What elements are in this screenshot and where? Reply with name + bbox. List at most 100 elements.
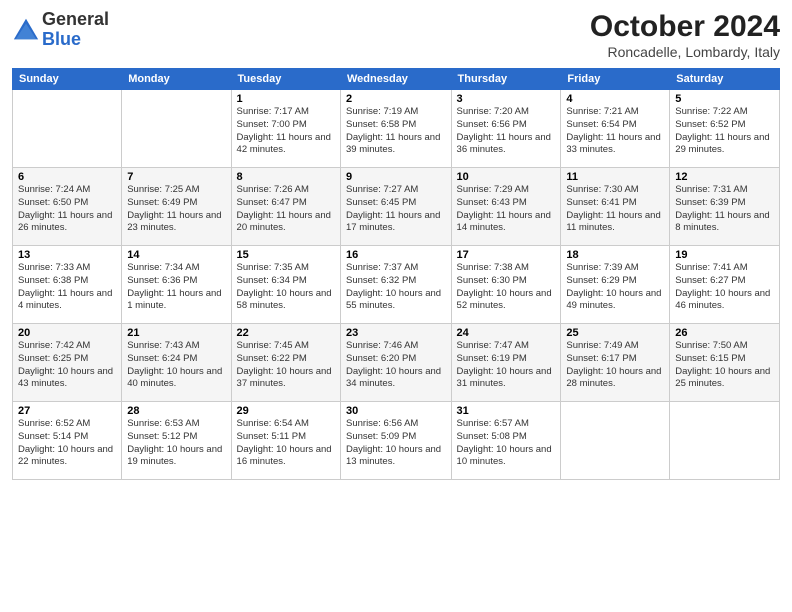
- calendar-cell: 8Sunrise: 7:26 AMSunset: 6:47 PMDaylight…: [231, 168, 340, 246]
- day-number: 8: [237, 171, 335, 183]
- calendar-cell: 30Sunrise: 6:56 AMSunset: 5:09 PMDayligh…: [341, 402, 452, 480]
- day-of-week-header: Saturday: [670, 69, 780, 90]
- day-number: 12: [675, 171, 774, 183]
- day-number: 25: [566, 327, 664, 339]
- day-detail: Sunrise: 7:25 AMSunset: 6:49 PMDaylight:…: [127, 184, 225, 235]
- calendar-cell: 23Sunrise: 7:46 AMSunset: 6:20 PMDayligh…: [341, 324, 452, 402]
- day-detail: Sunrise: 7:50 AMSunset: 6:15 PMDaylight:…: [675, 340, 774, 391]
- day-detail: Sunrise: 7:43 AMSunset: 6:24 PMDaylight:…: [127, 340, 225, 391]
- calendar-cell: 14Sunrise: 7:34 AMSunset: 6:36 PMDayligh…: [122, 246, 231, 324]
- day-detail: Sunrise: 7:37 AMSunset: 6:32 PMDaylight:…: [346, 262, 446, 313]
- day-number: 9: [346, 171, 446, 183]
- day-detail: Sunrise: 7:20 AMSunset: 6:56 PMDaylight:…: [457, 106, 556, 157]
- calendar-cell: 21Sunrise: 7:43 AMSunset: 6:24 PMDayligh…: [122, 324, 231, 402]
- calendar-cell: 20Sunrise: 7:42 AMSunset: 6:25 PMDayligh…: [13, 324, 122, 402]
- calendar-cell: 17Sunrise: 7:38 AMSunset: 6:30 PMDayligh…: [451, 246, 561, 324]
- title-block: October 2024 Roncadelle, Lombardy, Italy: [590, 10, 780, 60]
- day-number: 10: [457, 171, 556, 183]
- day-of-week-header: Wednesday: [341, 69, 452, 90]
- day-number: 4: [566, 93, 664, 105]
- calendar-cell: 6Sunrise: 7:24 AMSunset: 6:50 PMDaylight…: [13, 168, 122, 246]
- page: General Blue October 2024 Roncadelle, Lo…: [0, 0, 792, 612]
- calendar: SundayMondayTuesdayWednesdayThursdayFrid…: [12, 68, 780, 480]
- day-number: 2: [346, 93, 446, 105]
- day-detail: Sunrise: 7:35 AMSunset: 6:34 PMDaylight:…: [237, 262, 335, 313]
- logo-text: General Blue: [42, 10, 109, 50]
- day-detail: Sunrise: 7:27 AMSunset: 6:45 PMDaylight:…: [346, 184, 446, 235]
- calendar-week-row: 13Sunrise: 7:33 AMSunset: 6:38 PMDayligh…: [13, 246, 780, 324]
- calendar-cell: 1Sunrise: 7:17 AMSunset: 7:00 PMDaylight…: [231, 90, 340, 168]
- logo-blue: Blue: [42, 29, 81, 49]
- calendar-cell: 16Sunrise: 7:37 AMSunset: 6:32 PMDayligh…: [341, 246, 452, 324]
- day-detail: Sunrise: 7:31 AMSunset: 6:39 PMDaylight:…: [675, 184, 774, 235]
- day-detail: Sunrise: 6:53 AMSunset: 5:12 PMDaylight:…: [127, 418, 225, 469]
- day-number: 24: [457, 327, 556, 339]
- calendar-cell: 12Sunrise: 7:31 AMSunset: 6:39 PMDayligh…: [670, 168, 780, 246]
- calendar-cell: 18Sunrise: 7:39 AMSunset: 6:29 PMDayligh…: [561, 246, 670, 324]
- day-detail: Sunrise: 7:19 AMSunset: 6:58 PMDaylight:…: [346, 106, 446, 157]
- calendar-cell: 3Sunrise: 7:20 AMSunset: 6:56 PMDaylight…: [451, 90, 561, 168]
- day-detail: Sunrise: 7:22 AMSunset: 6:52 PMDaylight:…: [675, 106, 774, 157]
- calendar-cell: 25Sunrise: 7:49 AMSunset: 6:17 PMDayligh…: [561, 324, 670, 402]
- day-number: 21: [127, 327, 225, 339]
- day-number: 19: [675, 249, 774, 261]
- day-number: 13: [18, 249, 116, 261]
- day-detail: Sunrise: 6:56 AMSunset: 5:09 PMDaylight:…: [346, 418, 446, 469]
- day-detail: Sunrise: 6:52 AMSunset: 5:14 PMDaylight:…: [18, 418, 116, 469]
- day-detail: Sunrise: 7:34 AMSunset: 6:36 PMDaylight:…: [127, 262, 225, 313]
- day-number: 15: [237, 249, 335, 261]
- calendar-cell: [561, 402, 670, 480]
- day-number: 5: [675, 93, 774, 105]
- day-number: 11: [566, 171, 664, 183]
- day-number: 31: [457, 405, 556, 417]
- day-detail: Sunrise: 7:45 AMSunset: 6:22 PMDaylight:…: [237, 340, 335, 391]
- location: Roncadelle, Lombardy, Italy: [590, 44, 780, 60]
- calendar-cell: 27Sunrise: 6:52 AMSunset: 5:14 PMDayligh…: [13, 402, 122, 480]
- day-of-week-header: Tuesday: [231, 69, 340, 90]
- calendar-cell: 5Sunrise: 7:22 AMSunset: 6:52 PMDaylight…: [670, 90, 780, 168]
- day-detail: Sunrise: 7:24 AMSunset: 6:50 PMDaylight:…: [18, 184, 116, 235]
- day-detail: Sunrise: 7:46 AMSunset: 6:20 PMDaylight:…: [346, 340, 446, 391]
- day-detail: Sunrise: 7:39 AMSunset: 6:29 PMDaylight:…: [566, 262, 664, 313]
- calendar-week-row: 1Sunrise: 7:17 AMSunset: 7:00 PMDaylight…: [13, 90, 780, 168]
- day-detail: Sunrise: 7:41 AMSunset: 6:27 PMDaylight:…: [675, 262, 774, 313]
- calendar-cell: [13, 90, 122, 168]
- logo: General Blue: [12, 10, 109, 50]
- day-of-week-header: Sunday: [13, 69, 122, 90]
- calendar-cell: 11Sunrise: 7:30 AMSunset: 6:41 PMDayligh…: [561, 168, 670, 246]
- day-of-week-header: Monday: [122, 69, 231, 90]
- day-detail: Sunrise: 7:38 AMSunset: 6:30 PMDaylight:…: [457, 262, 556, 313]
- day-number: 1: [237, 93, 335, 105]
- day-number: 27: [18, 405, 116, 417]
- day-number: 22: [237, 327, 335, 339]
- day-detail: Sunrise: 7:42 AMSunset: 6:25 PMDaylight:…: [18, 340, 116, 391]
- calendar-cell: 15Sunrise: 7:35 AMSunset: 6:34 PMDayligh…: [231, 246, 340, 324]
- logo-general: General: [42, 9, 109, 29]
- calendar-cell: [670, 402, 780, 480]
- day-number: 17: [457, 249, 556, 261]
- day-number: 3: [457, 93, 556, 105]
- day-number: 23: [346, 327, 446, 339]
- calendar-cell: 24Sunrise: 7:47 AMSunset: 6:19 PMDayligh…: [451, 324, 561, 402]
- day-number: 28: [127, 405, 225, 417]
- day-detail: Sunrise: 7:47 AMSunset: 6:19 PMDaylight:…: [457, 340, 556, 391]
- logo-icon: [12, 16, 40, 44]
- calendar-cell: 4Sunrise: 7:21 AMSunset: 6:54 PMDaylight…: [561, 90, 670, 168]
- day-detail: Sunrise: 7:30 AMSunset: 6:41 PMDaylight:…: [566, 184, 664, 235]
- day-number: 6: [18, 171, 116, 183]
- day-number: 30: [346, 405, 446, 417]
- calendar-week-row: 20Sunrise: 7:42 AMSunset: 6:25 PMDayligh…: [13, 324, 780, 402]
- calendar-cell: 2Sunrise: 7:19 AMSunset: 6:58 PMDaylight…: [341, 90, 452, 168]
- calendar-cell: 7Sunrise: 7:25 AMSunset: 6:49 PMDaylight…: [122, 168, 231, 246]
- calendar-cell: 22Sunrise: 7:45 AMSunset: 6:22 PMDayligh…: [231, 324, 340, 402]
- calendar-cell: 26Sunrise: 7:50 AMSunset: 6:15 PMDayligh…: [670, 324, 780, 402]
- calendar-cell: [122, 90, 231, 168]
- calendar-cell: 31Sunrise: 6:57 AMSunset: 5:08 PMDayligh…: [451, 402, 561, 480]
- day-of-week-header: Friday: [561, 69, 670, 90]
- day-number: 14: [127, 249, 225, 261]
- day-detail: Sunrise: 6:54 AMSunset: 5:11 PMDaylight:…: [237, 418, 335, 469]
- calendar-cell: 28Sunrise: 6:53 AMSunset: 5:12 PMDayligh…: [122, 402, 231, 480]
- day-detail: Sunrise: 7:21 AMSunset: 6:54 PMDaylight:…: [566, 106, 664, 157]
- day-detail: Sunrise: 7:49 AMSunset: 6:17 PMDaylight:…: [566, 340, 664, 391]
- day-number: 18: [566, 249, 664, 261]
